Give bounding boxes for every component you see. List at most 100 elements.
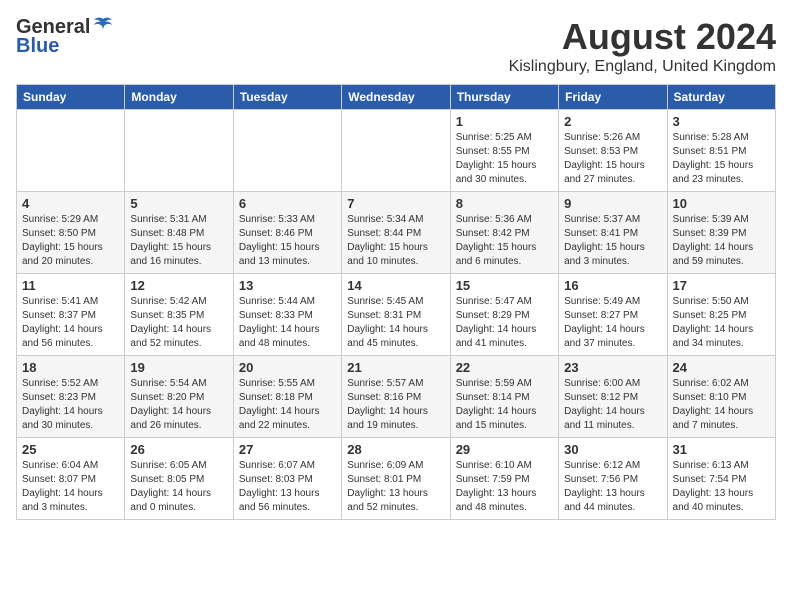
table-row: 27Sunrise: 6:07 AM Sunset: 8:03 PM Dayli… — [233, 438, 341, 520]
title-section: August 2024 Kislingbury, England, United… — [509, 16, 776, 76]
table-row: 10 Sunrise: 5:39 AM Sunset: 8:39 PM Dayli… — [667, 192, 775, 274]
table-row: 17 Sunrise: 5:50 AM Sunset: 8:25 PM Dayli… — [667, 274, 775, 356]
table-row: 9Sunrise: 5:37 AM Sunset: 8:41 PM Daylig… — [559, 192, 667, 274]
table-row: 24Sunrise: 6:02 AM Sunset: 8:10 PM Dayli… — [667, 356, 775, 438]
day-info: Sunrise: 6:00 AM Sunset: 8:12 PM Dayligh… — [564, 377, 661, 433]
day-number: 16 — [564, 278, 661, 293]
table-row: 4 Sunrise: 5:29 AM Sunset: 8:50 PM Daylig… — [17, 192, 125, 274]
table-row — [125, 110, 233, 192]
table-row: 8 Sunrise: 5:36 AM Sunset: 8:42 PM Daylig… — [450, 192, 558, 274]
day-info: Sunrise: 6:12 AM Sunset: 7:56 PM Dayligh… — [564, 459, 661, 515]
day-info: Sunrise: 6:10 AM Sunset: 7:59 PM Dayligh… — [456, 459, 553, 515]
day-number: 1 — [456, 114, 553, 129]
table-row: 15 Sunrise: 5:47 AM Sunset: 8:29 PM Dayli… — [450, 274, 558, 356]
day-info: Sunrise: 5:41 AM Sunset: 8:37 PM Dayligh… — [22, 295, 119, 351]
table-row — [233, 110, 341, 192]
day-number: 29 — [456, 442, 553, 457]
day-info: Sunrise: 5:55 AM Sunset: 8:18 PM Dayligh… — [239, 377, 336, 433]
day-info: Sunrise: 5:57 AM Sunset: 8:16 PM Dayligh… — [347, 377, 444, 433]
day-number: 8 — [456, 196, 553, 211]
table-row: 26 Sunrise: 6:05 AM Sunset: 8:05 PM Dayli… — [125, 438, 233, 520]
col-sunday: Sunday — [17, 85, 125, 110]
day-number: 20 — [239, 360, 336, 375]
location-text: Kislingbury, England, United Kingdom — [509, 58, 776, 76]
col-saturday: Saturday — [667, 85, 775, 110]
day-number: 2 — [564, 114, 661, 129]
day-number: 23 — [564, 360, 661, 375]
day-number: 15 — [456, 278, 553, 293]
day-info: Sunrise: 5:47 AM Sunset: 8:29 PM Dayligh… — [456, 295, 553, 351]
table-row: 19 Sunrise: 5:54 AM Sunset: 8:20 PM Dayli… — [125, 356, 233, 438]
day-number: 28 — [347, 442, 444, 457]
day-number: 13 — [239, 278, 336, 293]
table-row: 22 Sunrise: 5:59 AM Sunset: 8:14 PM Dayli… — [450, 356, 558, 438]
table-row: 29 Sunrise: 6:10 AM Sunset: 7:59 PM Dayli… — [450, 438, 558, 520]
day-number: 30 — [564, 442, 661, 457]
calendar-week-row: 11 Sunrise: 5:41 AM Sunset: 8:37 PM Dayli… — [17, 274, 776, 356]
table-row: 30 Sunrise: 6:12 AM Sunset: 7:56 PM Dayli… — [559, 438, 667, 520]
col-tuesday: Tuesday — [233, 85, 341, 110]
day-number: 10 — [673, 196, 770, 211]
day-info: Sunrise: 5:54 AM Sunset: 8:20 PM Dayligh… — [130, 377, 227, 433]
day-info: Sunrise: 5:36 AM Sunset: 8:42 PM Dayligh… — [456, 213, 553, 269]
day-info: Sunrise: 5:50 AM Sunset: 8:25 PM Dayligh… — [673, 295, 770, 351]
calendar-header-row: Sunday Monday Tuesday Wednesday Thursday… — [17, 85, 776, 110]
table-row: 7Sunrise: 5:34 AM Sunset: 8:44 PM Daylig… — [342, 192, 450, 274]
table-row: 5Sunrise: 5:31 AM Sunset: 8:48 PM Daylig… — [125, 192, 233, 274]
logo-blue-text: Blue — [16, 35, 59, 58]
day-number: 21 — [347, 360, 444, 375]
day-info: Sunrise: 5:44 AM Sunset: 8:33 PM Dayligh… — [239, 295, 336, 351]
day-number: 14 — [347, 278, 444, 293]
day-info: Sunrise: 5:25 AM Sunset: 8:55 PM Dayligh… — [456, 131, 553, 187]
calendar-week-row: 1 Sunrise: 5:25 AM Sunset: 8:55 PM Daylig… — [17, 110, 776, 192]
day-number: 3 — [673, 114, 770, 129]
table-row: 31Sunrise: 6:13 AM Sunset: 7:54 PM Dayli… — [667, 438, 775, 520]
calendar-week-row: 4 Sunrise: 5:29 AM Sunset: 8:50 PM Daylig… — [17, 192, 776, 274]
day-number: 18 — [22, 360, 119, 375]
table-row: 6Sunrise: 5:33 AM Sunset: 8:46 PM Daylig… — [233, 192, 341, 274]
table-row: 2 Sunrise: 5:26 AM Sunset: 8:53 PM Daylig… — [559, 110, 667, 192]
col-monday: Monday — [125, 85, 233, 110]
table-row: 20 Sunrise: 5:55 AM Sunset: 8:18 PM Dayli… — [233, 356, 341, 438]
table-row: 12Sunrise: 5:42 AM Sunset: 8:35 PM Dayli… — [125, 274, 233, 356]
day-info: Sunrise: 6:05 AM Sunset: 8:05 PM Dayligh… — [130, 459, 227, 515]
col-thursday: Thursday — [450, 85, 558, 110]
day-info: Sunrise: 5:52 AM Sunset: 8:23 PM Dayligh… — [22, 377, 119, 433]
table-row — [17, 110, 125, 192]
col-friday: Friday — [559, 85, 667, 110]
col-wednesday: Wednesday — [342, 85, 450, 110]
day-info: Sunrise: 6:04 AM Sunset: 8:07 PM Dayligh… — [22, 459, 119, 515]
day-number: 17 — [673, 278, 770, 293]
logo: General Blue — [16, 16, 114, 58]
day-info: Sunrise: 5:49 AM Sunset: 8:27 PM Dayligh… — [564, 295, 661, 351]
table-row: 16 Sunrise: 5:49 AM Sunset: 8:27 PM Dayli… — [559, 274, 667, 356]
day-number: 4 — [22, 196, 119, 211]
table-row: 25 Sunrise: 6:04 AM Sunset: 8:07 PM Dayli… — [17, 438, 125, 520]
calendar-week-row: 25 Sunrise: 6:04 AM Sunset: 8:07 PM Dayli… — [17, 438, 776, 520]
table-row: 28 Sunrise: 6:09 AM Sunset: 8:01 PM Dayli… — [342, 438, 450, 520]
day-number: 31 — [673, 442, 770, 457]
table-row: 18 Sunrise: 5:52 AM Sunset: 8:23 PM Dayli… — [17, 356, 125, 438]
month-title: August 2024 — [509, 16, 776, 58]
day-number: 25 — [22, 442, 119, 457]
page-header: General Blue August 2024 Kislingbury, En… — [16, 16, 776, 76]
day-number: 11 — [22, 278, 119, 293]
day-info: Sunrise: 5:39 AM Sunset: 8:39 PM Dayligh… — [673, 213, 770, 269]
day-number: 24 — [673, 360, 770, 375]
calendar-week-row: 18 Sunrise: 5:52 AM Sunset: 8:23 PM Dayli… — [17, 356, 776, 438]
table-row: 3Sunrise: 5:28 AM Sunset: 8:51 PM Daylig… — [667, 110, 775, 192]
table-row: 13 Sunrise: 5:44 AM Sunset: 8:33 PM Dayli… — [233, 274, 341, 356]
day-info: Sunrise: 5:29 AM Sunset: 8:50 PM Dayligh… — [22, 213, 119, 269]
day-info: Sunrise: 5:59 AM Sunset: 8:14 PM Dayligh… — [456, 377, 553, 433]
day-number: 22 — [456, 360, 553, 375]
day-number: 5 — [130, 196, 227, 211]
day-number: 9 — [564, 196, 661, 211]
day-number: 19 — [130, 360, 227, 375]
day-info: Sunrise: 6:09 AM Sunset: 8:01 PM Dayligh… — [347, 459, 444, 515]
table-row: 21 Sunrise: 5:57 AM Sunset: 8:16 PM Dayli… — [342, 356, 450, 438]
day-info: Sunrise: 5:26 AM Sunset: 8:53 PM Dayligh… — [564, 131, 661, 187]
day-number: 6 — [239, 196, 336, 211]
table-row — [342, 110, 450, 192]
day-number: 26 — [130, 442, 227, 457]
day-info: Sunrise: 5:45 AM Sunset: 8:31 PM Dayligh… — [347, 295, 444, 351]
